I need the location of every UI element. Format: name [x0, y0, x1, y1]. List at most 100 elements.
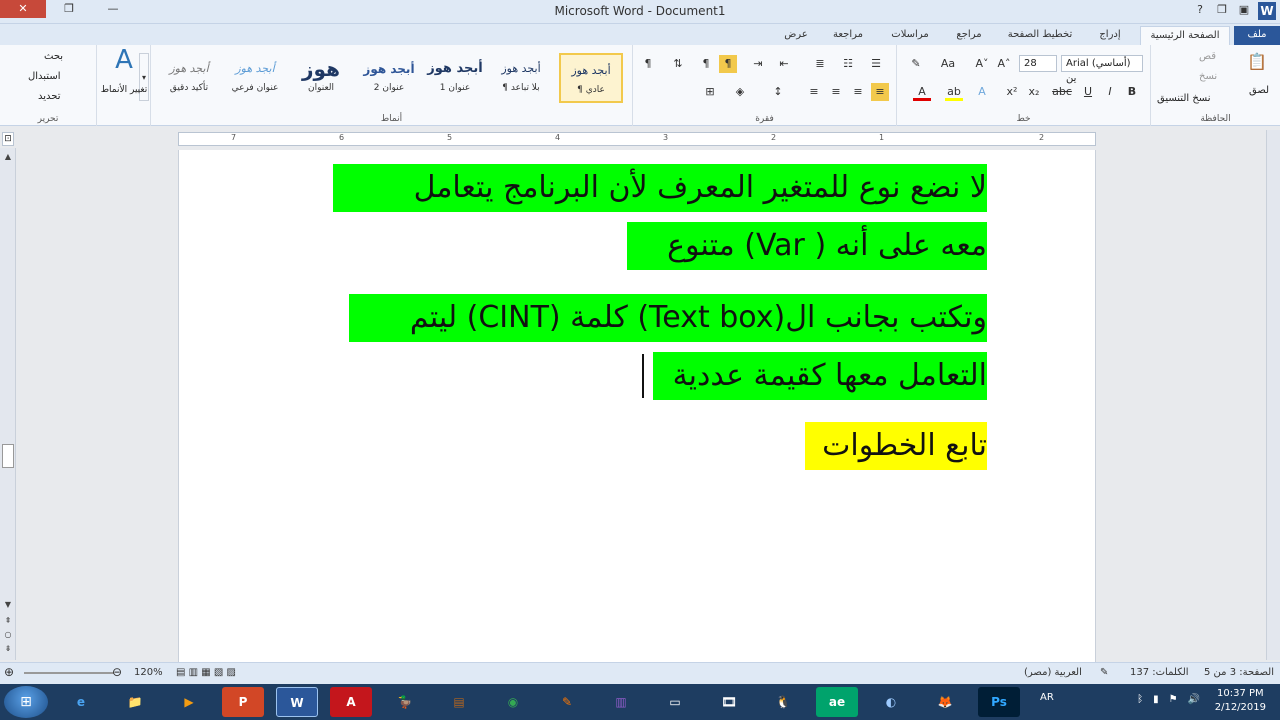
- zoom-level[interactable]: 120%: [134, 667, 163, 678]
- zoom-slider[interactable]: [24, 672, 114, 674]
- acrobat-icon[interactable]: A: [330, 687, 372, 717]
- font-color-icon[interactable]: A: [913, 83, 931, 101]
- highlight-color-icon[interactable]: ab: [945, 83, 963, 101]
- browser-icon[interactable]: ◐: [870, 687, 912, 717]
- page-count[interactable]: الصفحة: 3 من 5: [1204, 667, 1274, 678]
- tab-view[interactable]: عرض: [776, 26, 816, 45]
- blank-document-icon[interactable]: ▭: [654, 687, 696, 717]
- increase-indent-icon[interactable]: ⇥: [749, 55, 767, 73]
- multilevel-list-icon[interactable]: ≣: [811, 55, 829, 73]
- gimp-icon[interactable]: 🐧: [762, 687, 804, 717]
- left-to-right-icon[interactable]: ¶: [697, 55, 715, 73]
- cut-button[interactable]: قص: [1199, 51, 1216, 62]
- show-marks-icon[interactable]: ¶: [639, 55, 657, 73]
- chrome-icon[interactable]: ◉: [492, 687, 534, 717]
- scroll-thumb[interactable]: [2, 444, 14, 468]
- volume-icon[interactable]: 🔊: [1188, 694, 1200, 705]
- proofing-icon[interactable]: ✎: [1100, 667, 1108, 678]
- ruler-toggle-icon[interactable]: ⊡: [2, 132, 14, 146]
- bullets-icon[interactable]: ☰: [867, 55, 885, 73]
- style-title[interactable]: هوز العنوان: [289, 53, 353, 103]
- sort-icon[interactable]: ⇅: [669, 55, 687, 73]
- decrease-indent-icon[interactable]: ⇤: [775, 55, 793, 73]
- font-name-combo[interactable]: Arial (أساسي) ين: [1061, 55, 1143, 84]
- scroll-down-icon[interactable]: ▼: [2, 600, 14, 610]
- text-effects-icon[interactable]: A: [973, 83, 991, 101]
- format-painter-button[interactable]: نسخ التنسيق: [1157, 93, 1210, 104]
- right-to-left-icon[interactable]: ¶: [719, 55, 737, 73]
- media-player-icon[interactable]: ▶: [168, 687, 210, 717]
- minimize-window-button[interactable]: —: [92, 0, 134, 18]
- align-center-icon[interactable]: ≡: [849, 83, 867, 101]
- maximize-window-button[interactable]: ❐: [48, 0, 90, 18]
- numbering-icon[interactable]: ☷: [839, 55, 857, 73]
- input-language[interactable]: AR: [1040, 692, 1054, 703]
- italic-icon[interactable]: I: [1101, 83, 1119, 101]
- select-button[interactable]: تحديد: [38, 91, 61, 102]
- style-normal[interactable]: أبجد هوز ¶ عادي: [559, 53, 623, 103]
- flag-icon[interactable]: ⚑: [1169, 694, 1178, 705]
- duck-app-icon[interactable]: 🦆: [384, 687, 426, 717]
- previous-page-icon[interactable]: ⇞: [2, 616, 14, 626]
- restore-icon[interactable]: ❐: [1214, 2, 1230, 18]
- underline-icon[interactable]: U: [1079, 83, 1097, 101]
- tab-mailings[interactable]: مراسلات: [880, 26, 940, 45]
- align-left-icon[interactable]: ≡: [827, 83, 845, 101]
- copy-button[interactable]: نسخ: [1199, 71, 1217, 82]
- change-styles-icon[interactable]: A: [109, 47, 139, 81]
- paste-icon[interactable]: 📋: [1245, 53, 1269, 77]
- scroll-up-icon[interactable]: ▲: [2, 152, 14, 162]
- word-icon[interactable]: W: [276, 687, 318, 717]
- start-button[interactable]: ⊞: [4, 686, 48, 718]
- video-editor-icon[interactable]: 🎞: [708, 687, 750, 717]
- photoshop-icon[interactable]: Ps: [978, 687, 1020, 717]
- close-window-button[interactable]: ✕: [0, 0, 46, 18]
- subscript-icon[interactable]: x₂: [1025, 83, 1043, 101]
- next-page-icon[interactable]: ⇟: [2, 644, 14, 654]
- find-button[interactable]: بحث: [44, 51, 63, 62]
- tab-references[interactable]: مراجع: [944, 26, 994, 45]
- align-right-icon[interactable]: ≡: [871, 83, 889, 101]
- style-subtitle[interactable]: أبجد هوز عنوان فرعي: [223, 53, 287, 103]
- visual-studio-icon[interactable]: ▥: [600, 687, 642, 717]
- word-count[interactable]: الكلمات: 137: [1130, 667, 1189, 678]
- horizontal-ruler[interactable]: 7 6 5 4 3 2 1 2: [178, 132, 1096, 146]
- shrink-font-icon[interactable]: A˅: [973, 55, 991, 73]
- style-subtle-emphasis[interactable]: أبجد هوز تأكيد دقيق: [157, 53, 221, 103]
- tab-home[interactable]: الصفحة الرئيسية: [1140, 26, 1230, 45]
- view-buttons[interactable]: ▤ ▥ ▦ ▧ ▨: [176, 667, 236, 678]
- clock[interactable]: 10:37 PM 2/12/2019: [1215, 687, 1266, 715]
- language-indicator[interactable]: العربية (مصر): [1024, 667, 1082, 678]
- winrar-icon[interactable]: ▤: [438, 687, 480, 717]
- style-no-spacing[interactable]: أبجد هوز ¶ بلا تباعد: [489, 53, 553, 103]
- tab-page-layout[interactable]: تخطيط الصفحة: [998, 26, 1082, 45]
- line-spacing-icon[interactable]: ↕: [769, 83, 787, 101]
- shading-icon[interactable]: ◈: [731, 83, 749, 101]
- paste-button[interactable]: لصق: [1249, 85, 1269, 96]
- save-icon[interactable]: ▣: [1236, 2, 1252, 18]
- style-heading-2[interactable]: أبجد هوز عنوان 2: [357, 53, 421, 103]
- help-icon[interactable]: ?: [1192, 2, 1208, 18]
- strikethrough-icon[interactable]: abc: [1051, 83, 1073, 101]
- network-icon[interactable]: ▮: [1153, 694, 1159, 705]
- tab-file[interactable]: ملف: [1234, 26, 1280, 45]
- change-case-icon[interactable]: Aa: [939, 55, 957, 73]
- tab-insert[interactable]: إدراج: [1086, 26, 1134, 45]
- grow-font-icon[interactable]: A˄: [995, 55, 1013, 73]
- justify-icon[interactable]: ≡: [805, 83, 823, 101]
- font-size-combo[interactable]: 28: [1019, 55, 1057, 72]
- after-effects-icon[interactable]: ae: [816, 687, 858, 717]
- style-heading-1[interactable]: أبجد هوز عنوان 1: [423, 53, 487, 103]
- change-styles-button[interactable]: تغيير الأنماط: [97, 85, 151, 95]
- superscript-icon[interactable]: x²: [1003, 83, 1021, 101]
- bold-icon[interactable]: B: [1123, 83, 1141, 101]
- vertical-ruler[interactable]: ▲ ▼ ⇞ ○ ⇟: [0, 148, 16, 660]
- zoom-in-icon[interactable]: ⊕: [4, 665, 14, 679]
- borders-icon[interactable]: ⊞: [701, 83, 719, 101]
- clear-formatting-icon[interactable]: ✎: [907, 55, 925, 73]
- browse-object-icon[interactable]: ○: [2, 630, 14, 640]
- document-page[interactable]: لا نضع نوع للمتغير المعرف لأن البرنامج ي…: [178, 150, 1096, 662]
- powerpoint-icon[interactable]: P: [222, 687, 264, 717]
- tab-review[interactable]: مراجعة: [820, 26, 876, 45]
- zoom-out-icon[interactable]: ⊖: [112, 665, 122, 679]
